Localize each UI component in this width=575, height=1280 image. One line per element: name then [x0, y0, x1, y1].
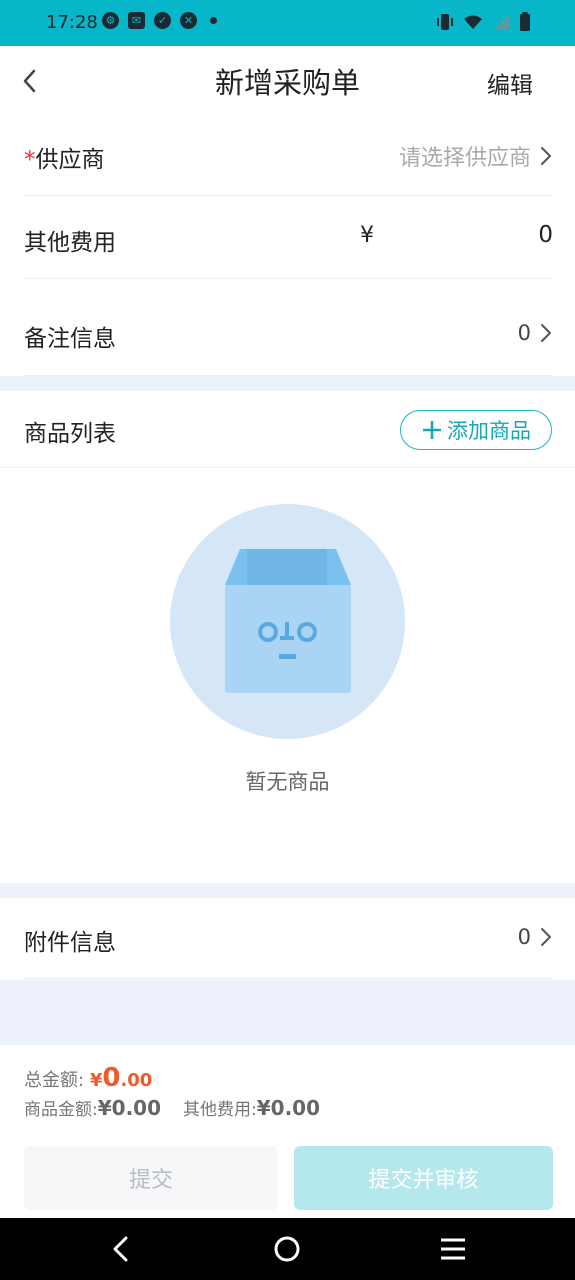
- check-circle-icon: ✓: [154, 12, 171, 29]
- chevron-right-icon: [541, 324, 551, 342]
- submit-button[interactable]: 提交: [24, 1146, 278, 1210]
- supplier-label-text: 供应商: [35, 147, 105, 173]
- vibrate-icon: [437, 14, 453, 30]
- chevron-right-icon: [541, 928, 551, 946]
- supplier-placeholder: 请选择供应商: [398, 146, 531, 171]
- attachments-value[interactable]: 0: [518, 925, 553, 949]
- system-nav-bar: [0, 1218, 575, 1280]
- goods-value: ¥0.00: [97, 1096, 161, 1120]
- add-product-button[interactable]: 添加商品: [400, 410, 552, 450]
- goods-amount: 商品金额:¥0.00: [24, 1095, 161, 1120]
- fees-label: 其他费用:: [183, 1100, 257, 1120]
- back-triangle-icon[interactable]: [104, 1232, 138, 1266]
- total-amount: ¥0.00: [89, 1063, 153, 1093]
- remarks-row[interactable]: 备注信息 0: [24, 279, 553, 376]
- mail-icon: ✉: [128, 12, 145, 29]
- total-int: 0: [102, 1063, 121, 1093]
- home-circle-icon[interactable]: [270, 1232, 304, 1266]
- remarks-count: 0: [517, 321, 531, 345]
- section-gap: [0, 883, 575, 898]
- attachments-label: 附件信息: [24, 930, 116, 956]
- order-summary-panel: 总金额: ¥0.00 商品金额:¥0.00 其他费用:¥0.00 提交 提交并审…: [0, 1045, 575, 1218]
- supplier-value[interactable]: 请选择供应商: [399, 140, 553, 172]
- other-fees-row: 其他费用 ¥ 0: [24, 196, 553, 279]
- recents-menu-icon[interactable]: [436, 1232, 470, 1266]
- edit-button[interactable]: 编辑: [487, 66, 533, 100]
- add-product-label: 添加商品: [447, 419, 531, 443]
- wifi-icon: [464, 15, 482, 29]
- gear-icon: ⚙: [102, 12, 119, 29]
- remarks-value[interactable]: 0: [518, 321, 553, 345]
- attachments-row[interactable]: 附件信息 0: [24, 898, 553, 979]
- empty-state-text: 暂无商品: [245, 770, 330, 794]
- battery-icon: [520, 12, 530, 31]
- empty-state-illustration: [170, 504, 405, 739]
- remarks-label: 备注信息: [24, 326, 116, 352]
- shield-icon: ✕: [180, 12, 197, 29]
- total-amount-line: 总金额: ¥0.00: [24, 1063, 152, 1093]
- goods-label: 商品金额:: [24, 1100, 98, 1120]
- other-fees-input[interactable]: 0: [538, 222, 553, 248]
- amount-breakdown: 商品金额:¥0.00 其他费用:¥0.00: [24, 1095, 320, 1120]
- plus-icon: [423, 421, 441, 439]
- supplier-row[interactable]: *供应商 请选择供应商: [24, 116, 553, 196]
- page-filler: [0, 980, 575, 1045]
- dot-icon: [210, 17, 217, 24]
- fees-value: ¥0.00: [256, 1096, 320, 1120]
- submit-and-audit-button[interactable]: 提交并审核: [294, 1146, 553, 1210]
- chevron-right-icon: [541, 147, 551, 165]
- attachments-count: 0: [517, 925, 531, 949]
- product-list-header: 商品列表 添加商品: [0, 391, 575, 468]
- empty-box-icon: [225, 549, 351, 693]
- signal-icon: [493, 15, 509, 30]
- section-gap: [0, 376, 575, 391]
- supplier-label: *供应商: [24, 140, 105, 174]
- currency-symbol: ¥: [360, 223, 374, 248]
- status-bar: 17:28 ⚙ ✉ ✓ ✕: [0, 0, 575, 46]
- total-label: 总金额:: [24, 1070, 85, 1091]
- status-icons-left: ⚙ ✉ ✓ ✕: [102, 12, 217, 29]
- total-dec: .00: [120, 1070, 153, 1091]
- status-time: 17:28: [46, 12, 98, 33]
- other-fees-label: 其他费用: [24, 230, 116, 256]
- total-currency: ¥: [89, 1070, 103, 1091]
- status-icons-right: [435, 12, 531, 32]
- product-list-title: 商品列表: [24, 421, 116, 447]
- required-mark: *: [24, 147, 36, 173]
- navbar: 新增采购单 编辑: [0, 46, 575, 116]
- fees-amount: 其他费用:¥0.00: [183, 1095, 320, 1120]
